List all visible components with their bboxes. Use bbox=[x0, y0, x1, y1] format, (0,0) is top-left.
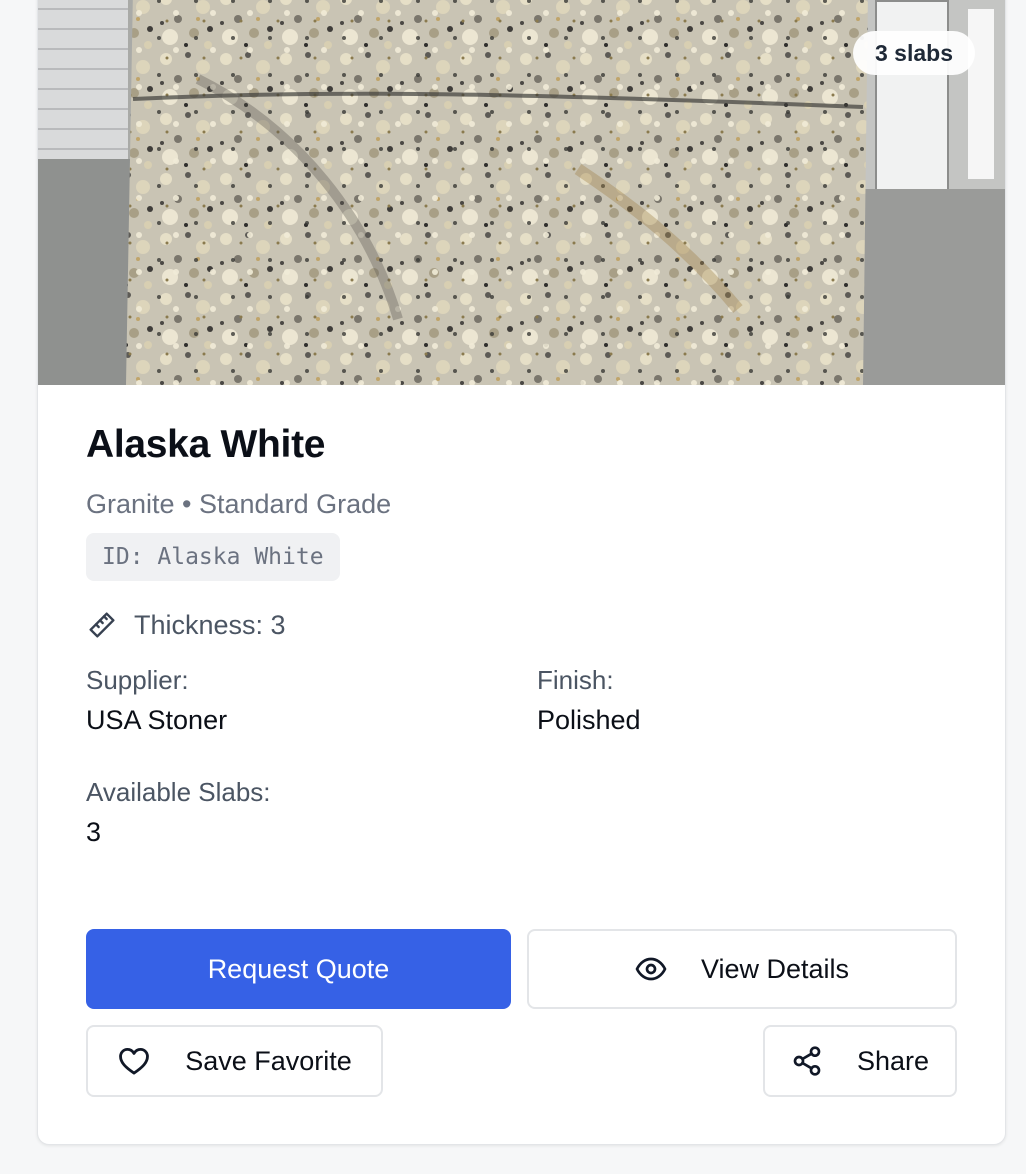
share-button[interactable]: Share bbox=[763, 1025, 957, 1097]
available-slabs-value: 3 bbox=[86, 817, 102, 847]
available-slabs-label: Available Slabs: bbox=[86, 777, 271, 807]
product-card: 3 slabs Alaska White Granite • Standard … bbox=[37, 0, 1006, 1145]
slab-count-badge: 3 slabs bbox=[853, 31, 975, 75]
thickness-text: Thickness: 3 bbox=[134, 609, 286, 640]
save-favorite-label: Save Favorite bbox=[185, 1045, 352, 1076]
supplier-label: Supplier: bbox=[86, 665, 189, 695]
finish-label: Finish: bbox=[537, 665, 614, 695]
thickness-row: Thickness: 3 bbox=[86, 607, 286, 643]
finish-value: Polished bbox=[537, 705, 641, 735]
share-icon bbox=[791, 1045, 823, 1077]
view-details-label: View Details bbox=[700, 953, 850, 984]
request-quote-label: Request Quote bbox=[207, 953, 390, 984]
product-title: Alaska White bbox=[86, 423, 326, 466]
product-id-chip: ID: Alaska White bbox=[86, 533, 340, 581]
slab-photo[interactable]: 3 slabs bbox=[38, 0, 1005, 385]
share-label: Share bbox=[856, 1045, 930, 1076]
ruler-icon bbox=[86, 609, 118, 641]
eye-icon bbox=[635, 953, 667, 985]
product-subtitle: Granite • Standard Grade bbox=[86, 489, 392, 519]
supplier-value: USA Stoner bbox=[86, 705, 228, 735]
heart-icon bbox=[117, 1044, 151, 1078]
view-details-button[interactable]: View Details bbox=[527, 929, 957, 1009]
request-quote-button[interactable]: Request Quote bbox=[86, 929, 511, 1009]
save-favorite-button[interactable]: Save Favorite bbox=[86, 1025, 383, 1097]
